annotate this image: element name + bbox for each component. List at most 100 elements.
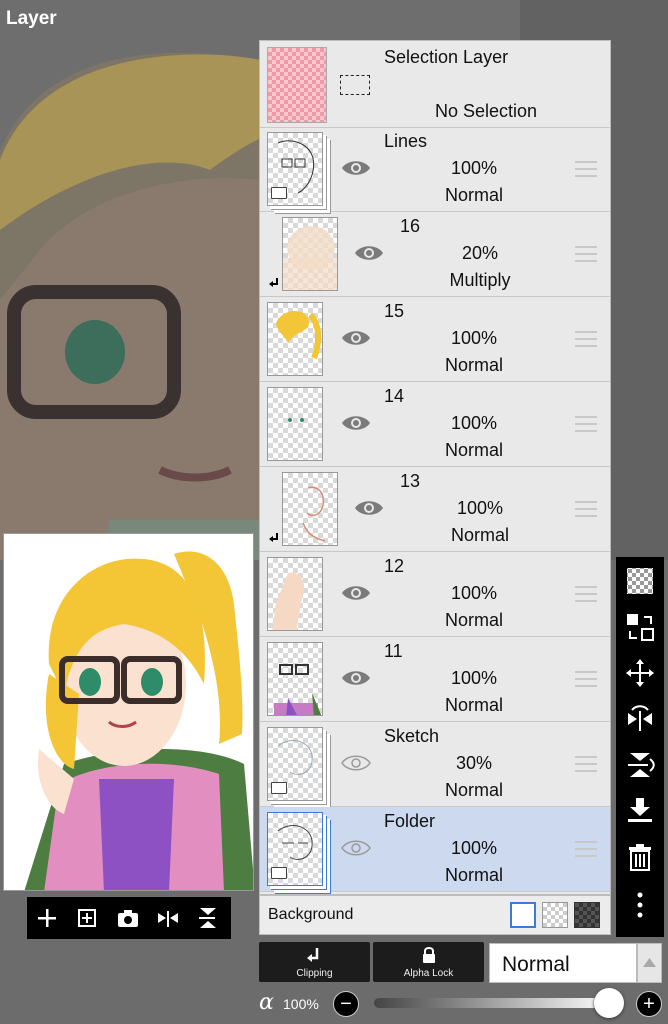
layer-tools-toolbar bbox=[616, 557, 664, 937]
drag-handle-icon[interactable] bbox=[575, 586, 597, 602]
layer-thumbnail bbox=[267, 557, 323, 631]
layer-opacity: 100% bbox=[450, 328, 498, 348]
background-label: Background bbox=[268, 906, 354, 923]
layer-thumbnail bbox=[267, 387, 323, 461]
visibility-eye-icon[interactable] bbox=[353, 242, 385, 264]
clipping-label: Clipping bbox=[296, 968, 333, 979]
flip-vertical-icon[interactable] bbox=[624, 749, 656, 781]
opacity-increase-button[interactable]: + bbox=[636, 991, 662, 1017]
clipping-icon bbox=[306, 948, 318, 962]
layer-row[interactable]: 11 100% Normal bbox=[260, 637, 610, 722]
layer-opacity: 100% bbox=[456, 498, 504, 518]
layer-row[interactable]: Lines 100% Normal bbox=[260, 127, 610, 212]
layer-row[interactable]: 14 100% Normal bbox=[260, 382, 610, 467]
visibility-eye-icon[interactable] bbox=[340, 412, 372, 434]
alpha-lock-button[interactable]: Alpha Lock bbox=[373, 942, 484, 982]
layer-blend-mode: Normal bbox=[444, 610, 503, 630]
layer-name: 16 bbox=[400, 216, 421, 236]
layer-blend-mode: Normal bbox=[444, 780, 503, 800]
transparency-checker-icon[interactable] bbox=[624, 565, 656, 597]
background-transparent-swatch[interactable] bbox=[542, 902, 568, 928]
flip-vertical-icon[interactable] bbox=[195, 905, 221, 931]
layer-row[interactable]: 15 100% Normal bbox=[260, 297, 610, 382]
selection-layer-name: Selection Layer bbox=[384, 47, 509, 67]
move-icon[interactable] bbox=[624, 657, 656, 689]
canvas-preview bbox=[3, 533, 254, 891]
folder-icon bbox=[271, 867, 287, 879]
layer-opacity: 100% bbox=[450, 838, 498, 858]
layer-name: 12 bbox=[384, 556, 405, 576]
add-layer-copy-icon[interactable] bbox=[74, 905, 100, 931]
layer-thumbnail bbox=[267, 642, 323, 716]
transform-layer-icon[interactable] bbox=[624, 611, 656, 643]
drag-handle-icon[interactable] bbox=[575, 501, 597, 517]
visibility-eye-icon[interactable] bbox=[340, 157, 372, 179]
layer-name: 11 bbox=[384, 641, 403, 661]
layer-opacity: 100% bbox=[450, 668, 498, 688]
drag-handle-icon[interactable] bbox=[575, 246, 597, 262]
layer-name: 14 bbox=[384, 386, 405, 406]
flip-horizontal-icon[interactable] bbox=[155, 905, 181, 931]
selection-layer-status: No Selection bbox=[435, 101, 538, 121]
clipping-button[interactable]: Clipping bbox=[259, 942, 370, 982]
layer-blend-mode: Normal bbox=[444, 440, 503, 460]
clipping-indicator-icon bbox=[269, 278, 278, 287]
blend-mode-dropdown-button[interactable] bbox=[637, 943, 662, 983]
trash-icon[interactable] bbox=[624, 841, 656, 873]
triangle-up-icon bbox=[643, 958, 656, 967]
drag-handle-icon[interactable] bbox=[575, 161, 597, 177]
opacity-slider-knob[interactable] bbox=[594, 988, 624, 1018]
canvas-tools-toolbar bbox=[27, 897, 231, 939]
more-icon[interactable] bbox=[624, 889, 656, 921]
opacity-decrease-button[interactable]: − bbox=[333, 991, 359, 1017]
layer-name: 15 bbox=[384, 301, 405, 321]
layer-name: Sketch bbox=[384, 726, 440, 746]
visibility-eye-icon[interactable] bbox=[340, 327, 372, 349]
layer-blend-mode: Normal bbox=[444, 695, 503, 715]
drag-handle-icon[interactable] bbox=[575, 671, 597, 687]
background-row: Background bbox=[259, 895, 611, 935]
drag-handle-icon[interactable] bbox=[575, 331, 597, 347]
layer-opacity: 100% bbox=[450, 413, 498, 433]
visibility-eye-icon[interactable] bbox=[340, 582, 372, 604]
layer-list[interactable]: Selection Layer No Selection Lines 100% No… bbox=[259, 40, 611, 895]
layer-opacity: 20% bbox=[461, 243, 499, 263]
drag-handle-icon[interactable] bbox=[575, 841, 597, 857]
visibility-eye-icon[interactable] bbox=[340, 667, 372, 689]
add-layer-icon[interactable] bbox=[34, 905, 60, 931]
layer-blend-mode: Multiply bbox=[449, 270, 511, 290]
visibility-eye-icon[interactable] bbox=[353, 497, 385, 519]
layer-opacity: 100% bbox=[450, 583, 498, 603]
layer-row[interactable]: 16 20% Multiply bbox=[260, 212, 610, 297]
layer-blend-mode: Normal bbox=[450, 525, 509, 545]
opacity-value: 100% bbox=[283, 996, 319, 1012]
layer-thumbnail bbox=[282, 217, 338, 291]
layer-thumbnail bbox=[267, 132, 323, 206]
alpha-symbol: α bbox=[259, 990, 274, 1015]
drag-handle-icon[interactable] bbox=[575, 756, 597, 772]
drag-handle-icon[interactable] bbox=[575, 416, 597, 432]
background-dark-swatch[interactable] bbox=[574, 902, 600, 928]
camera-icon[interactable] bbox=[115, 905, 141, 931]
folder-icon bbox=[271, 187, 287, 199]
clipping-indicator-icon bbox=[269, 533, 278, 542]
background-white-swatch[interactable] bbox=[510, 902, 536, 928]
folder-icon bbox=[271, 782, 287, 794]
visibility-eye-icon[interactable] bbox=[340, 752, 372, 774]
layer-row[interactable]: 12 100% Normal bbox=[260, 552, 610, 637]
layer-blend-mode: Normal bbox=[444, 865, 503, 885]
layer-row[interactable]: 13 100% Normal bbox=[260, 467, 610, 552]
alpha-lock-label: Alpha Lock bbox=[403, 968, 454, 979]
layer-row[interactable]: Folder 100% Normal bbox=[260, 807, 610, 892]
layer-blend-mode: Normal bbox=[444, 185, 503, 205]
merge-down-icon[interactable] bbox=[624, 795, 656, 827]
layer-thumbnail bbox=[282, 472, 338, 546]
layer-row[interactable]: Sketch 30% Normal bbox=[260, 722, 610, 807]
opacity-slider[interactable] bbox=[374, 998, 612, 1008]
visibility-eye-icon[interactable] bbox=[340, 837, 372, 859]
flip-horizontal-icon[interactable] bbox=[624, 703, 656, 735]
blend-mode-select[interactable]: Normal bbox=[489, 943, 637, 983]
selection-layer-row[interactable]: Selection Layer No Selection bbox=[260, 41, 610, 128]
layer-name: 13 bbox=[400, 471, 421, 491]
selection-layer-thumbnail bbox=[267, 47, 327, 123]
